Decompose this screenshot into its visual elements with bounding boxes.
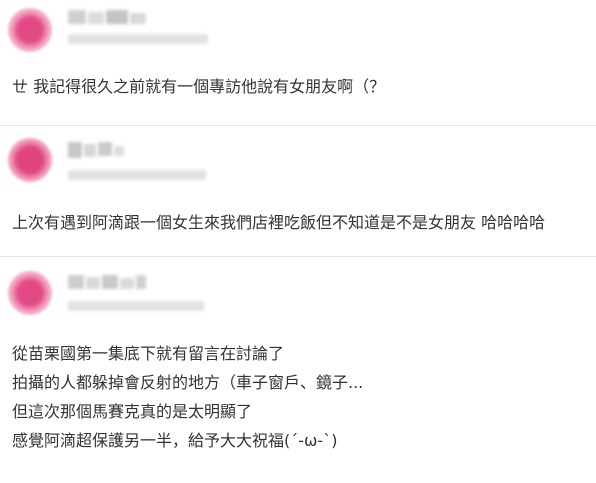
comment-2: 上次有遇到阿滴跟一個女生來我們店裡吃飯但不知道是不是女朋友 哈哈哈哈 bbox=[0, 126, 596, 256]
comment-text-line-1: 從苗栗國第一集底下就有留言在討論了 bbox=[12, 344, 285, 363]
avatar[interactable] bbox=[8, 8, 52, 52]
comment-text-line-2: 拍攝的人都躲掉會反射的地方（車子窗戶、鏡子... bbox=[12, 373, 364, 392]
avatar[interactable] bbox=[8, 138, 52, 182]
comment-text-line-3: 但這次那個馬賽克真的是太明顯了 bbox=[12, 402, 253, 421]
comment-1: ㄝ 我記得很久之前就有一個專訪他說有女朋友啊（？ bbox=[0, 0, 596, 125]
comment-text: ㄝ 我記得很久之前就有一個專訪他說有女朋友啊（？ bbox=[12, 77, 386, 96]
avatar[interactable] bbox=[8, 271, 52, 315]
comment-text-line-4: 感覺阿滴超保護另一半，給予大大祝福(´-ω-`) bbox=[12, 431, 338, 450]
comment-3: 從苗栗國第一集底下就有留言在討論了 拍攝的人都躲掉會反射的地方（車子窗戶、鏡子.… bbox=[0, 257, 596, 483]
comment-text: 上次有遇到阿滴跟一個女生來我們店裡吃飯但不知道是不是女朋友 哈哈哈哈 bbox=[12, 213, 546, 232]
